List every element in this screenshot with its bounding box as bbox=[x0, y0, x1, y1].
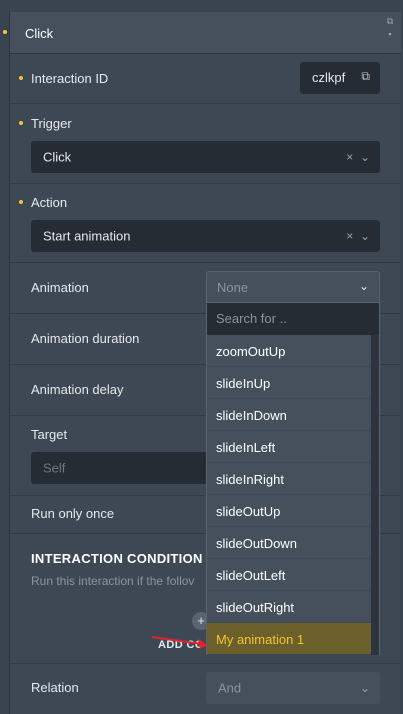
interaction-conditions-title: INTERACTION CONDITION bbox=[31, 551, 203, 566]
dropdown-option[interactable]: slideInUp bbox=[207, 367, 372, 399]
dropdown-scrollbar[interactable] bbox=[371, 335, 379, 655]
modified-dot bbox=[19, 200, 23, 204]
interaction-id-field[interactable]: czlkpf ⧉ bbox=[300, 62, 380, 94]
chevron-down-icon: ⌄ bbox=[359, 229, 370, 243]
relation-select[interactable]: And ⌄ bbox=[206, 672, 380, 704]
divider bbox=[10, 103, 401, 104]
modified-dot bbox=[19, 121, 23, 125]
target-value: Self bbox=[43, 460, 66, 476]
action-value: Start animation bbox=[43, 228, 131, 244]
interaction-header[interactable]: Click ⧉ ▪ bbox=[10, 12, 401, 54]
interaction-id-value: czlkpf bbox=[312, 70, 346, 85]
dropdown-option[interactable]: slideOutRight bbox=[207, 591, 372, 623]
chevron-down-icon: ⌄ bbox=[359, 150, 370, 164]
animation-selected-value: None bbox=[217, 280, 249, 295]
divider bbox=[10, 183, 401, 184]
dropdown-option[interactable]: slideOutUp bbox=[207, 495, 372, 527]
dropdown-option[interactable]: slideOutDown bbox=[207, 527, 372, 559]
animation-options-list[interactable]: zoomOutUp slideInUp slideInDown slideInL… bbox=[206, 335, 380, 655]
dropdown-option[interactable]: slideInRight bbox=[207, 463, 372, 495]
interaction-title: Click bbox=[25, 26, 54, 41]
clear-icon[interactable]: × ⌄ bbox=[346, 229, 370, 243]
dropdown-option[interactable]: slideInLeft bbox=[207, 431, 372, 463]
animation-search-input[interactable]: Search for .. bbox=[206, 303, 380, 335]
animation-select[interactable]: None ⌄ bbox=[206, 271, 380, 303]
dropdown-option[interactable]: slideInDown bbox=[207, 399, 372, 431]
target-label: Target bbox=[31, 427, 68, 442]
trigger-select[interactable]: Click × ⌄ bbox=[31, 141, 380, 173]
action-select[interactable]: Start animation × ⌄ bbox=[31, 220, 380, 252]
divider bbox=[10, 262, 401, 263]
trigger-value: Click bbox=[43, 149, 72, 165]
modified-dot bbox=[3, 30, 7, 34]
interaction-id-label: Interaction ID bbox=[31, 71, 109, 86]
interaction-conditions-description: Run this interaction if the follov bbox=[31, 574, 195, 588]
dropdown-option[interactable]: slideOutLeft bbox=[207, 559, 372, 591]
animation-delay-label: Animation delay bbox=[31, 382, 124, 397]
copy-icon[interactable]: ⧉ bbox=[383, 15, 397, 28]
annotation-arrow-icon bbox=[151, 636, 208, 649]
header-actions: ⧉ ▪ bbox=[383, 12, 397, 54]
chevron-down-icon[interactable]: ⌄ bbox=[359, 279, 369, 293]
animation-search-placeholder: Search for .. bbox=[216, 311, 287, 326]
copy-icon[interactable]: ⧉ bbox=[361, 69, 370, 84]
trigger-label: Trigger bbox=[31, 116, 72, 131]
relation-value: And bbox=[218, 680, 242, 696]
run-only-once-label: Run only once bbox=[31, 506, 115, 521]
clear-icon[interactable]: × ⌄ bbox=[346, 150, 370, 164]
dropdown-option[interactable]: zoomOutUp bbox=[207, 335, 372, 367]
modified-dot bbox=[19, 76, 23, 80]
animation-label: Animation bbox=[31, 280, 89, 295]
chevron-down-icon[interactable]: ⌄ bbox=[360, 681, 370, 695]
divider bbox=[10, 663, 401, 664]
action-label: Action bbox=[31, 195, 68, 210]
relation-label: Relation bbox=[31, 680, 79, 695]
animation-duration-label: Animation duration bbox=[31, 331, 140, 346]
dropdown-option-highlighted[interactable]: My animation 1 bbox=[207, 623, 372, 655]
interaction-panel: Click ⧉ ▪ Interaction ID czlkpf ⧉ Trigge… bbox=[3, 12, 401, 714]
trash-icon[interactable]: ▪ bbox=[383, 28, 397, 41]
